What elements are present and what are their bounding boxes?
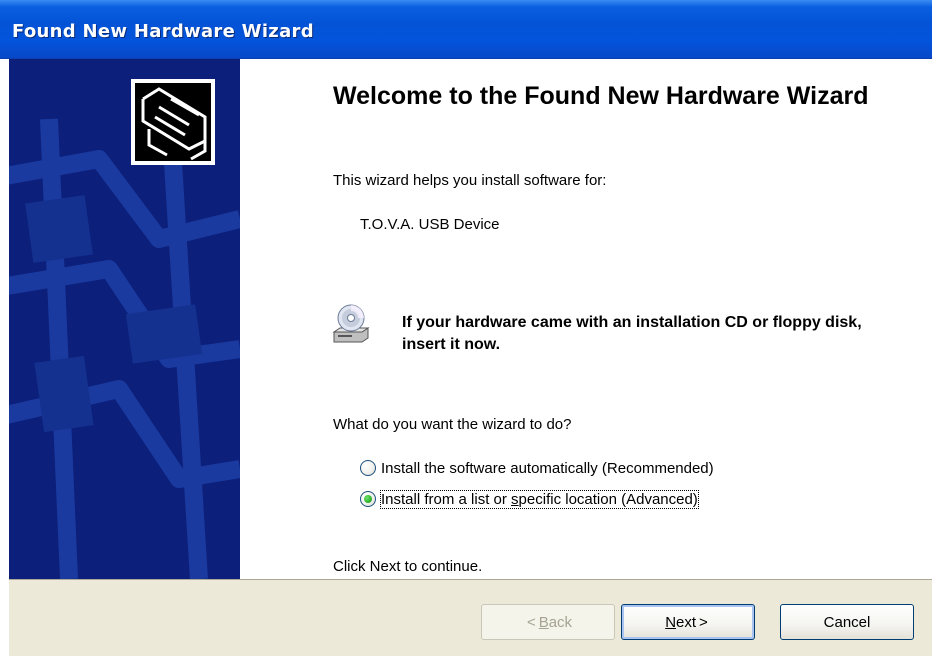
option-label[interactable]: Install the software automatically (Reco…	[380, 459, 715, 478]
title-bar[interactable]: Found New Hardware Wizard	[0, 0, 932, 59]
banner-graphic	[9, 79, 240, 579]
button-bar: < Back Next > Cancel	[9, 579, 932, 656]
wizard-content: Welcome to the Found New Hardware Wizard…	[240, 59, 932, 579]
option-label[interactable]: Install from a list or specific location…	[380, 489, 699, 509]
cancel-button[interactable]: Cancel	[780, 604, 914, 640]
page-title: Welcome to the Found New Hardware Wizard	[333, 82, 869, 110]
question-text: What do you want the wizard to do?	[333, 416, 572, 433]
wizard-banner	[9, 59, 240, 579]
option-install-from-list[interactable]: Install from a list or specific location…	[360, 488, 699, 510]
option-install-automatically[interactable]: Install the software automatically (Reco…	[360, 457, 715, 479]
window-title: Found New Hardware Wizard	[12, 21, 314, 42]
next-button[interactable]: Next >	[621, 604, 755, 640]
back-button[interactable]: < Back	[481, 604, 615, 640]
intro-text: This wizard helps you install software f…	[333, 172, 607, 189]
radio-install-automatically[interactable]	[360, 460, 376, 476]
cd-drive-icon	[332, 304, 370, 343]
hardware-card-icon	[131, 79, 215, 165]
cd-notice: If your hardware came with an installati…	[402, 314, 862, 353]
device-name: T.O.V.A. USB Device	[360, 216, 500, 233]
footer-text: Click Next to continue.	[333, 558, 483, 575]
radio-install-from-list[interactable]	[360, 491, 376, 507]
